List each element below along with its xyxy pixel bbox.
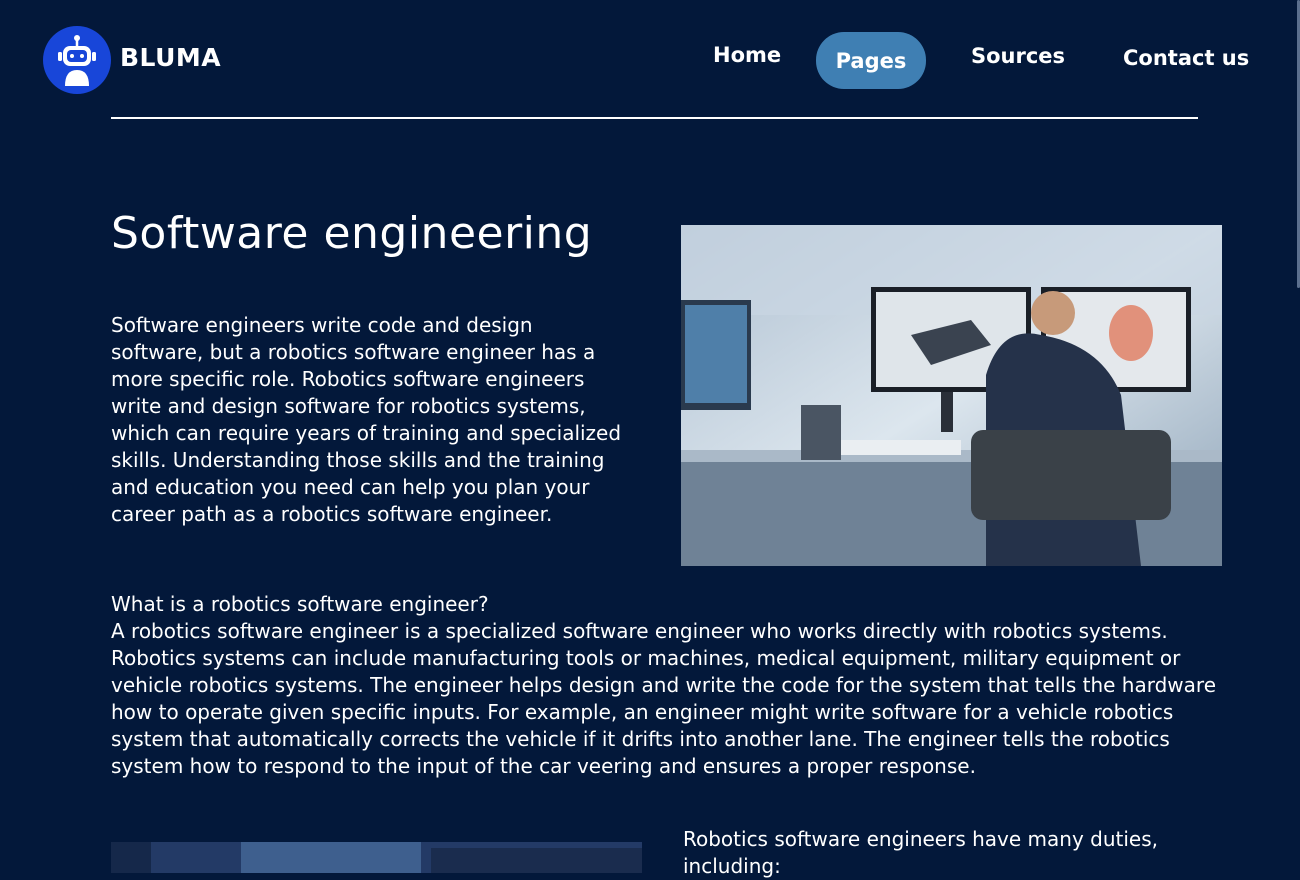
engineer-workstation-image [681, 225, 1222, 566]
nav-pages[interactable]: Pages [816, 32, 926, 89]
section-subheading: What is a robotics software engineer? [111, 592, 489, 616]
header-divider [111, 117, 1198, 119]
nav-sources[interactable]: Sources [971, 44, 1065, 68]
nav-contact[interactable]: Contact us [1123, 46, 1249, 70]
duties-intro: Robotics software engineers have many du… [683, 827, 1158, 878]
description-paragraph: A robotics software engineer is a specia… [111, 619, 1216, 778]
robotics-lab-image [111, 842, 642, 873]
page-title: Software engineering [111, 208, 593, 259]
brand-name[interactable]: BLUMA [120, 43, 221, 72]
nav-home[interactable]: Home [713, 43, 781, 67]
logo[interactable] [43, 26, 111, 94]
robot-icon [58, 35, 96, 86]
intro-paragraph: Software engineers write code and design… [111, 313, 622, 526]
